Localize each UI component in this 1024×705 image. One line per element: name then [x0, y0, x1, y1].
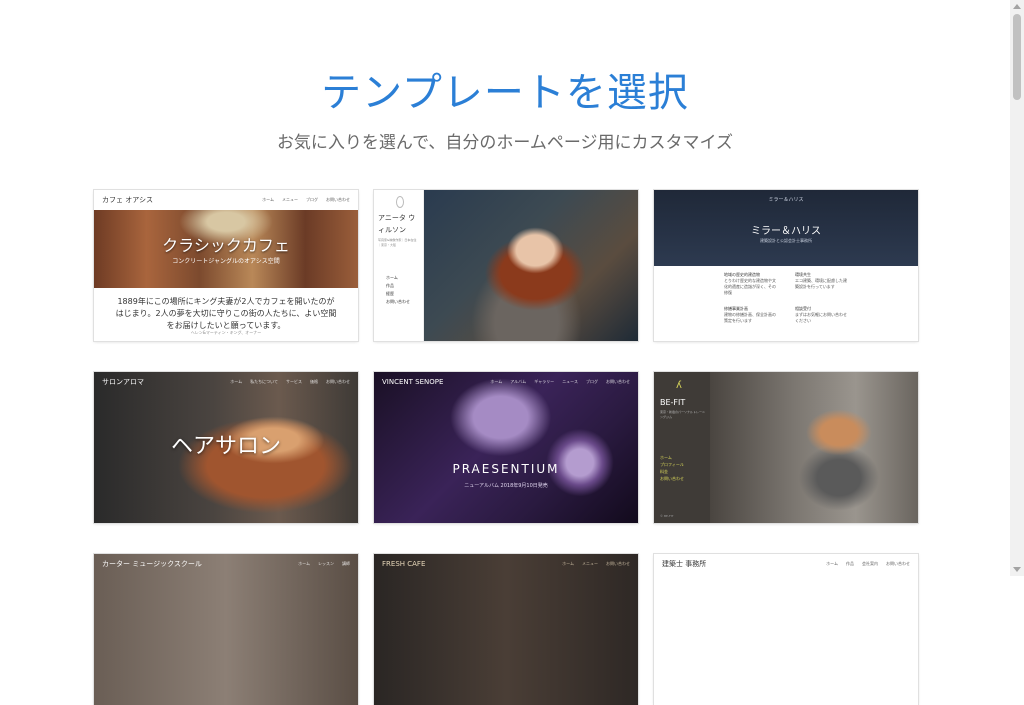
template-nav-item: ホーム [298, 561, 310, 566]
template-portrait-image [424, 190, 638, 341]
template-nav-item: ブログ [306, 197, 318, 202]
template-tagline: 写真家&映像作家｜日本在住｜東京・大阪 [378, 238, 417, 247]
template-card-portfolio[interactable]: アニータ ウィルソン 写真家&映像作家｜日本在住｜東京・大阪 ホーム 作品 経歴… [374, 190, 638, 341]
template-nav-item: ニュース [562, 379, 578, 384]
template-title: ミラー＆ハリス [751, 226, 821, 237]
template-menu-item: ホーム [660, 455, 672, 460]
template-card-fresh-cafe[interactable]: FRESH CAFE ホーム メニュー お問い合わせ [374, 554, 638, 705]
template-brand: カーター ミュージックスクール [102, 560, 202, 568]
template-nav-item: ホーム [562, 561, 574, 566]
template-card-fitness[interactable]: ʎ BE-FIT 東京・新宿のパーソナルトレーニングジム ホーム プロフィール … [654, 372, 918, 523]
template-menu-item: お問い合わせ [660, 476, 684, 481]
template-nav-item: お問い合わせ [326, 197, 350, 202]
template-card-classic-cafe[interactable]: カフェ オアシス ホーム メニュー ブログ お問い合わせ クラシックカフェ コン… [94, 190, 358, 341]
template-body-text: 1889年にこの場所にキング夫妻が2人でカフェを開いたのがはじまり。2人の夢を大… [115, 297, 337, 330]
scroll-up-arrow[interactable] [1013, 4, 1021, 9]
template-feature-grid: 地域の歴史的建造物 とりわけ歴史的な建造物や文化的遺産に造詣が深く、その修復 環境… [724, 272, 848, 324]
template-nav-item: ホーム [230, 379, 243, 384]
template-tagline: 東京・新宿のパーソナルトレーニングジム [660, 410, 706, 419]
template-subtitle: ニューアルバム 2018年9月10日発売 [464, 483, 548, 489]
template-title: PRAESENTIUM [452, 462, 560, 476]
template-nav-item: ホーム [490, 379, 503, 384]
page-subtitle: お気に入りを選んで、自分のホームページ用にカスタマイズ [276, 133, 734, 153]
template-card-hair-salon[interactable]: サロンアロマ ホーム 私たちについて サービス 価格 お問い合わせ ヘアサロン [94, 372, 358, 523]
template-subtitle: 建築設計と公認会計士事務所 [760, 238, 812, 243]
template-name: BE-FIT [660, 398, 686, 407]
template-nav: サロンアロマ ホーム 私たちについて サービス 価格 お問い合わせ [94, 372, 358, 392]
template-nav: FRESH CAFE ホーム メニュー お問い合わせ [374, 554, 638, 574]
template-background-image [374, 372, 638, 523]
template-nav-item: お問い合わせ [326, 379, 350, 384]
template-brand: カフェ オアシス [102, 196, 153, 204]
template-nav-item: ホーム [826, 561, 838, 566]
template-menu-item: 作品 [386, 283, 394, 288]
template-nav-item: レッスン [318, 561, 334, 566]
template-nav-item: 講師 [342, 561, 350, 566]
template-feature: 地域の歴史的建造物 とりわけ歴史的な建造物や文化的遺産に造詣が深く、その修復 [724, 272, 776, 295]
template-sidebar: ʎ BE-FIT 東京・新宿のパーソナルトレーニングジム ホーム プロフィール … [654, 372, 710, 523]
template-sidebar: アニータ ウィルソン 写真家&映像作家｜日本在住｜東京・大阪 ホーム 作品 経歴… [374, 190, 424, 341]
template-brand: VINCENT SENOPE [382, 378, 444, 386]
template-card-music-school[interactable]: カーター ミュージックスクール ホーム レッスン 講師 [94, 554, 358, 705]
scrollbar-thumb[interactable] [1013, 14, 1021, 100]
template-credit: ヘレン&マーティン・キング、オーナー [190, 330, 262, 335]
template-nav-item: ホーム [262, 197, 274, 202]
template-nav-item: メニュー [582, 561, 598, 566]
logo-icon [396, 196, 404, 208]
template-nav-item: 会社案内 [862, 561, 878, 566]
fitness-logo-icon: ʎ [676, 380, 682, 391]
template-nav-item: サービス [286, 379, 302, 384]
template-footer: © BE-FIT [660, 514, 674, 518]
template-menu-item: ホーム [386, 275, 398, 280]
page-title: テンプレートを選択 [321, 70, 689, 116]
scroll-down-arrow[interactable] [1013, 567, 1021, 572]
template-nav: VINCENT SENOPE ホーム アルバム ギャラリー ニュース ブログ お… [374, 372, 638, 392]
template-menu: ホーム プロフィール 料金 お問い合わせ [660, 454, 684, 482]
template-feature: 修繕事業計画 建物の修繕計画、保全計画の策定を行います [724, 306, 776, 323]
template-brand: FRESH CAFE [382, 560, 426, 568]
template-brand: サロンアロマ [102, 378, 144, 386]
template-brand: 建築士 事務所 [662, 560, 707, 568]
template-menu-item: お問い合わせ [386, 299, 410, 304]
hero-section: テンプレートを選択 お気に入りを選んで、自分のホームページ用にカスタマイズ [0, 60, 1010, 153]
template-card-architecture[interactable]: ミラー＆ハリス ミラー＆ハリス 建築設計と公認会計士事務所 地域の歴史的建造物と… [654, 190, 918, 341]
template-subtitle: コンクリートジャングルのオアシス空間 [172, 258, 280, 265]
template-banner-image: クラシックカフェ コンクリートジャングルのオアシス空間 [94, 210, 358, 288]
template-nav-item: 価格 [310, 379, 318, 384]
template-nav-item: お問い合わせ [606, 379, 630, 384]
template-title: クラシックカフェ [162, 236, 290, 255]
template-header-image: ミラー＆ハリス ミラー＆ハリス 建築設計と公認会計士事務所 [654, 190, 918, 266]
template-nav-item: お問い合わせ [606, 561, 630, 566]
template-nav: カーター ミュージックスクール ホーム レッスン 講師 [94, 554, 358, 574]
template-feature: 相談受付 まずはお気軽にお問い合わせください [795, 306, 847, 323]
template-nav-item: ギャラリー [534, 379, 555, 384]
template-card-music[interactable]: VINCENT SENOPE ホーム アルバム ギャラリー ニュース ブログ お… [374, 372, 638, 523]
template-menu-item: プロフィール [660, 462, 684, 467]
template-nav-item: ブログ [586, 379, 598, 384]
template-nav-item: 私たちについて [250, 379, 278, 384]
template-nav-item: お問い合わせ [886, 561, 910, 566]
page-scrollbar[interactable] [1010, 0, 1024, 576]
template-nav-item: メニュー [282, 197, 298, 202]
template-card-architect-office[interactable]: 建築士 事務所 ホーム 作品 会社案内 お問い合わせ [654, 554, 918, 705]
template-title: ヘアサロン [170, 434, 281, 459]
template-menu: ホーム 作品 経歴 お問い合わせ [386, 274, 410, 306]
template-menu-item: 経歴 [386, 291, 394, 296]
template-background-image [94, 554, 358, 705]
template-nav: 建築士 事務所 ホーム 作品 会社案内 お問い合わせ [654, 554, 918, 574]
template-nav-item: 作品 [846, 561, 854, 566]
template-brand: ミラー＆ハリス [768, 197, 804, 203]
template-feature: 環境共生 エコ建築、環境に配慮した建築設計を行っています [795, 272, 847, 289]
template-name: アニータ ウィルソン [378, 214, 416, 234]
template-menu-item: 料金 [660, 469, 668, 474]
template-background-image [374, 554, 638, 705]
template-nav: カフェ オアシス ホーム メニュー ブログ お問い合わせ [94, 190, 358, 210]
template-athlete-image [710, 372, 918, 523]
template-nav-item: アルバム [510, 379, 527, 384]
